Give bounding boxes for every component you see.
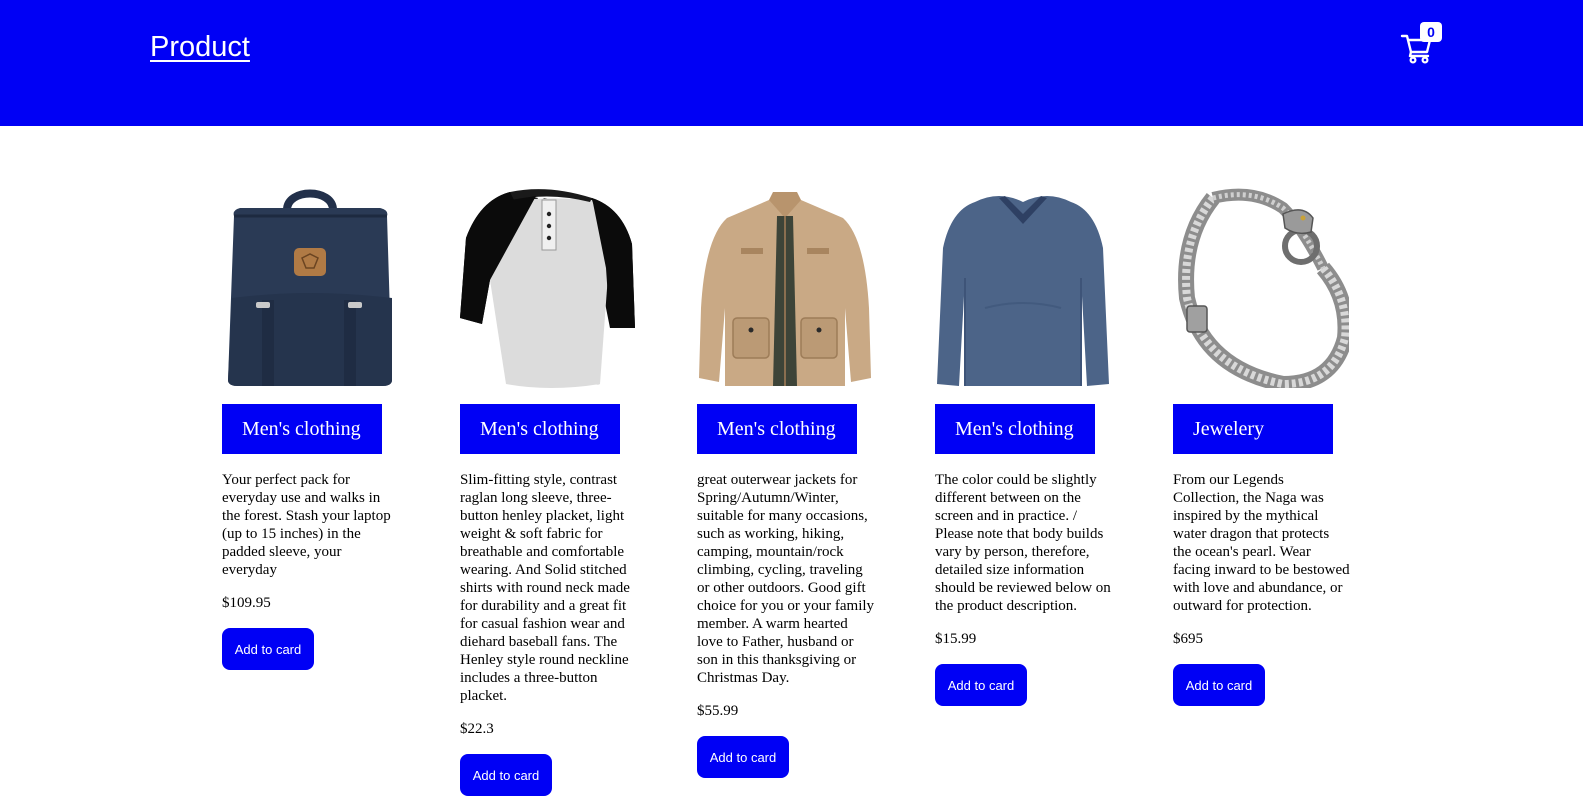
product-image-backpack[interactable] xyxy=(222,188,398,388)
product-image-raglan-henley-shirt[interactable] xyxy=(460,188,636,388)
product-category: Jewelery xyxy=(1173,404,1333,454)
product-description: Your perfect pack for everyday use and w… xyxy=(222,472,391,578)
add-to-cart-button[interactable]: Add to card xyxy=(222,628,314,670)
product-price: $15.99 xyxy=(935,631,977,647)
add-to-cart-button[interactable]: Add to card xyxy=(935,664,1027,706)
product-category: Men's clothing xyxy=(935,404,1095,454)
product-price: $22.3 xyxy=(460,721,494,737)
product-price: $695 xyxy=(1173,631,1203,647)
product-card: Men's clothing Your perfect pack for eve… xyxy=(222,188,400,670)
add-to-cart-button[interactable]: Add to card xyxy=(460,754,552,796)
product-description: great outerwear jackets for Spring/Autum… xyxy=(697,472,875,686)
product-image-long-sleeve-tshirt[interactable] xyxy=(935,188,1111,388)
product-image-cotton-jacket[interactable] xyxy=(697,188,873,388)
product-card: Jewelery From our Legends Collection, th… xyxy=(1173,188,1351,706)
product-card: Men's clothing The color could be slight… xyxy=(935,188,1113,706)
product-price: $55.99 xyxy=(697,703,739,719)
brand-link[interactable]: Product xyxy=(150,28,250,66)
product-card: Men's clothing Slim-fitting style, contr… xyxy=(460,188,638,796)
product-card: Men's clothing great outerwear jackets f… xyxy=(697,188,875,778)
product-description: From our Legends Collection, the Naga wa… xyxy=(1173,472,1350,614)
site-header: Product 0 xyxy=(0,0,1583,126)
product-category: Men's clothing xyxy=(222,404,382,454)
add-to-cart-button[interactable]: Add to card xyxy=(1173,664,1265,706)
product-price: $109.95 xyxy=(222,595,271,611)
product-category: Men's clothing xyxy=(697,404,857,454)
product-image-dragon-bracelet[interactable] xyxy=(1173,188,1349,388)
add-to-cart-button[interactable]: Add to card xyxy=(697,736,789,778)
product-description: The color could be slightly different be… xyxy=(935,472,1111,614)
product-category: Men's clothing xyxy=(460,404,620,454)
product-description: Slim-fitting style, contrast raglan long… xyxy=(460,472,630,704)
cart-count-badge: 0 xyxy=(1420,22,1442,42)
